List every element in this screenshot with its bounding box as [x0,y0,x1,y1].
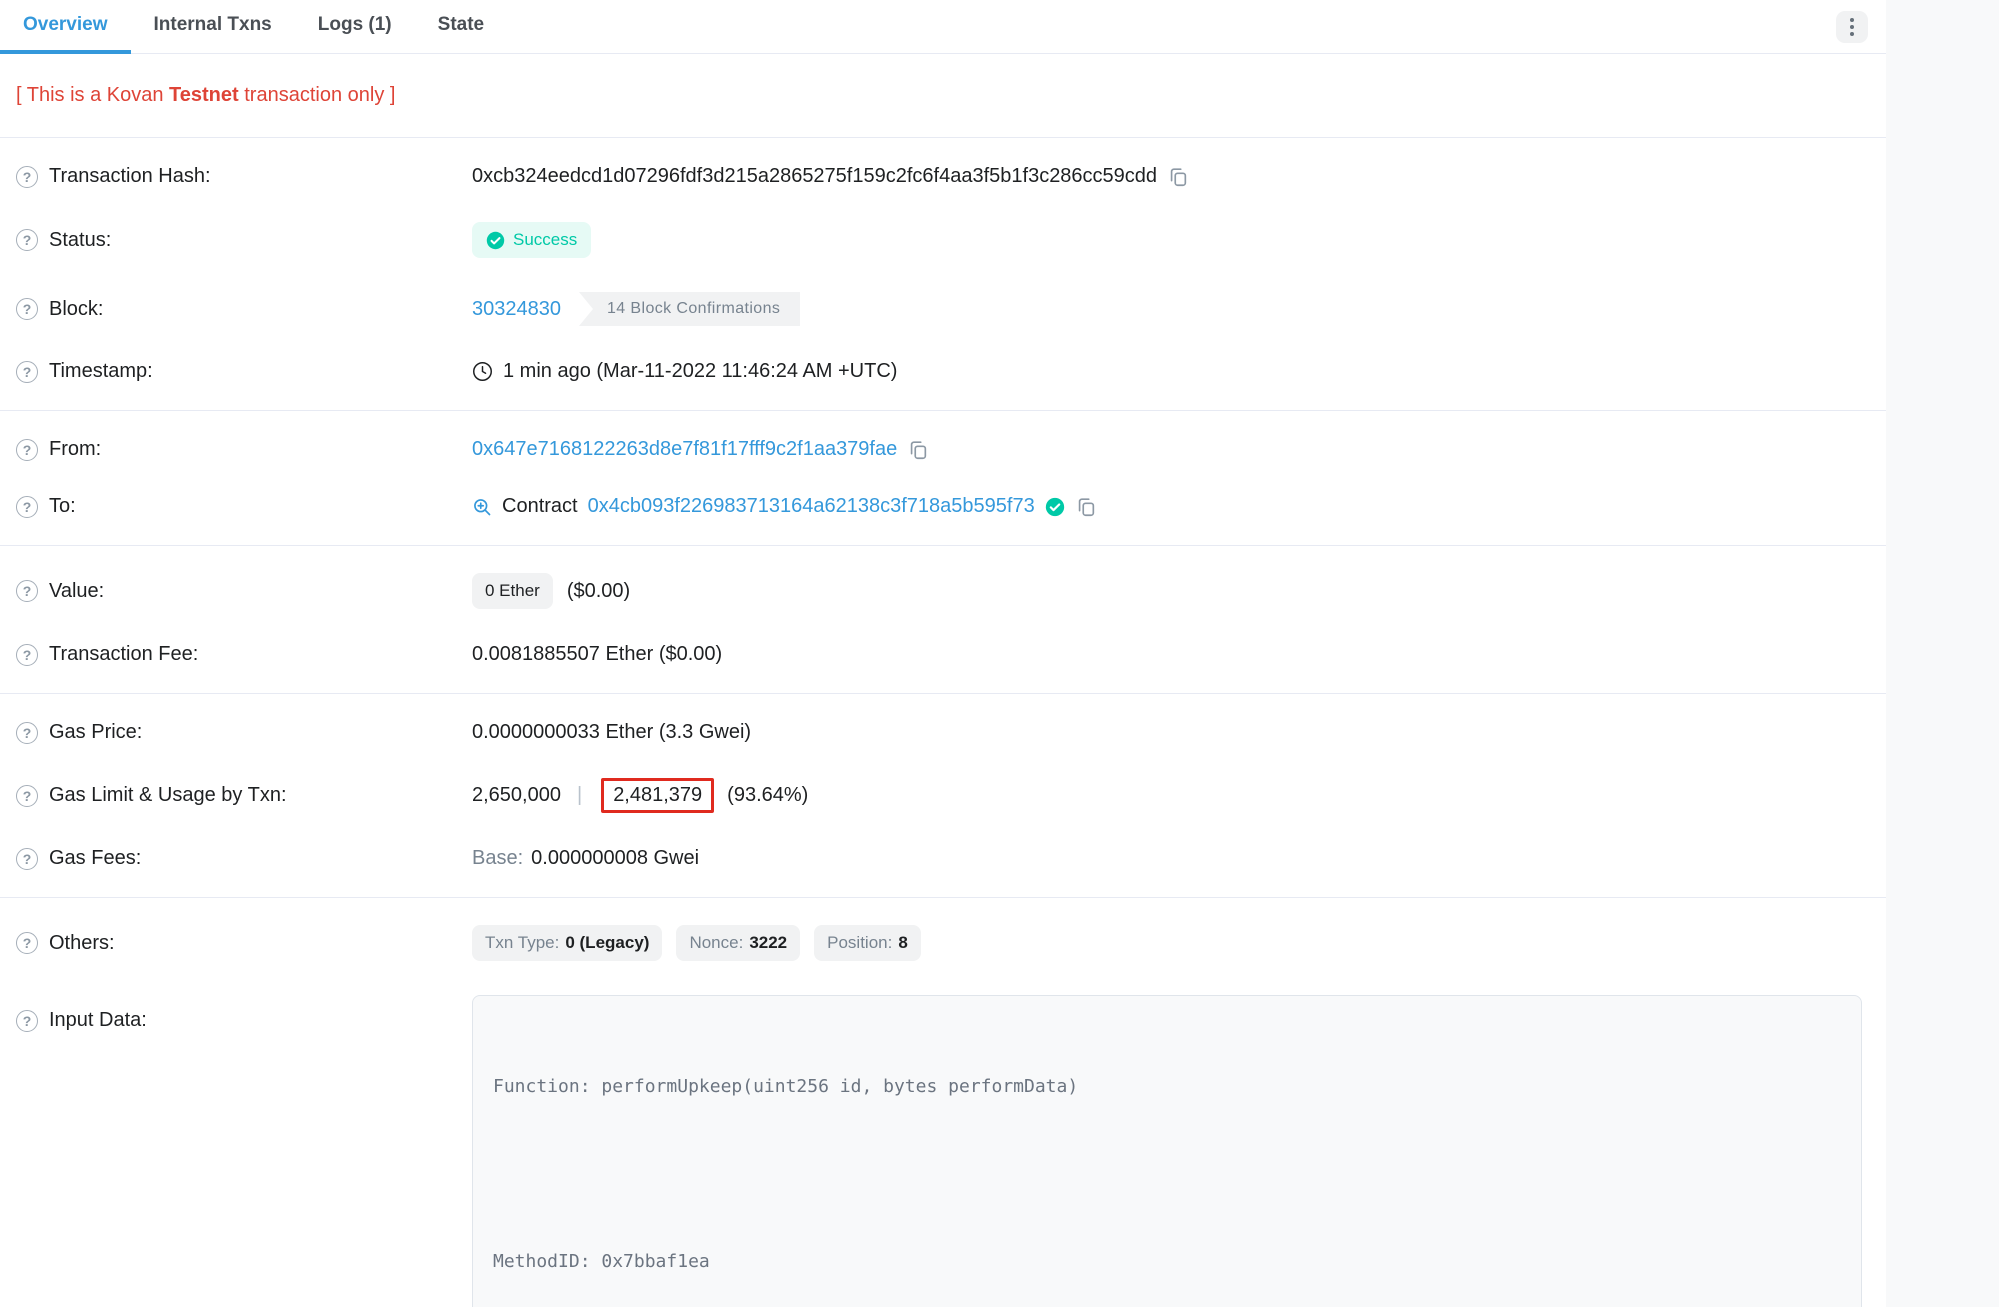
tab-overview[interactable]: Overview [0,0,131,54]
block-label: Block: [49,298,103,321]
row-others: ? Others: Txn Type: 0 (Legacy) Nonce: 32… [0,908,1886,978]
tab-state[interactable]: State [415,0,507,54]
block-confirmations-badge: 14 Block Confirmations [579,292,800,326]
transaction-fee-value: 0.0081885507 Ether ($0.00) [472,643,722,666]
value-usd: ($0.00) [567,580,630,603]
tab-internal-txns[interactable]: Internal Txns [131,0,295,54]
kebab-menu-icon [1850,18,1854,22]
input-function-line: Function: performUpkeep(uint256 id, byte… [493,1072,1841,1101]
input-methodid-line: MethodID: 0x7bbaf1ea [493,1247,1841,1276]
testnet-warning-suffix: transaction only ] [239,84,396,106]
testnet-warning: [ This is a Kovan Testnet transaction on… [0,54,1886,138]
zoom-in-icon[interactable] [472,497,492,517]
transaction-hash-label: Transaction Hash: [49,165,211,188]
gas-fees-base-value: 0.000000008 Gwei [531,847,699,870]
status-badge: Success [472,222,591,258]
value-label: Value: [49,580,104,603]
help-icon[interactable]: ? [16,644,38,666]
row-transaction-hash: ? Transaction Hash: 0xcb324eedcd1d07296f… [0,148,1886,205]
block-number-link[interactable]: 30324830 [472,298,561,321]
status-value: Success [513,230,577,250]
row-status: ? Status: Success [0,205,1886,275]
nonce-badge: Nonce: 3222 [676,925,800,961]
gas-used-percent: (93.64%) [727,784,808,807]
input-data-label: Input Data: [49,1009,147,1032]
ether-value-badge: 0 Ether [472,573,553,609]
testnet-warning-bold: Testnet [169,84,239,106]
from-address-link[interactable]: 0x647e7168122263d8e7f81f17fff9c2f1aa379f… [472,438,897,461]
row-gas-limit-usage: ? Gas Limit & Usage by Txn: 2,650,000 | … [0,761,1886,830]
txn-type-label: Txn Type: [485,933,559,953]
help-icon[interactable]: ? [16,1010,38,1032]
gas-price-label: Gas Price: [49,721,142,744]
gas-price-value: 0.0000000033 Ether (3.3 Gwei) [472,721,751,744]
copy-from-address-button[interactable] [907,439,929,461]
transaction-fee-label: Transaction Fee: [49,643,198,666]
help-icon[interactable]: ? [16,722,38,744]
transaction-hash-value: 0xcb324eedcd1d07296fdf3d215a2865275f159c… [472,165,1157,188]
gas-used-highlight-box: 2,481,379 [601,778,714,813]
row-timestamp: ? Timestamp: 1 min ago (Mar-11-2022 11:4… [0,343,1886,400]
position-badge: Position: 8 [814,925,921,961]
section-others-input: ? Others: Txn Type: 0 (Legacy) Nonce: 32… [0,898,1886,1307]
tab-bar: Overview Internal Txns Logs (1) State [0,0,1886,54]
help-icon[interactable]: ? [16,361,38,383]
position-value: 8 [898,933,907,953]
txn-type-badge: Txn Type: 0 (Legacy) [472,925,662,961]
help-icon[interactable]: ? [16,298,38,320]
gas-limit-separator: | [571,784,588,807]
gas-limit-value: 2,650,000 [472,784,561,807]
row-gas-price: ? Gas Price: 0.0000000033 Ether (3.3 Gwe… [0,704,1886,761]
to-label: To: [49,495,76,518]
copy-hash-button[interactable] [1167,166,1189,188]
to-address-link[interactable]: 0x4cb093f226983713164a62138c3f718a5b595f… [588,495,1035,518]
status-label: Status: [49,229,111,252]
row-input-data: ? Input Data: Function: performUpkeep(ui… [0,978,1886,1307]
section-parties: ? From: 0x647e7168122263d8e7f81f17fff9c2… [0,411,1886,546]
copy-icon [1075,496,1097,518]
copy-icon [907,439,929,461]
help-icon[interactable]: ? [16,785,38,807]
row-gas-fees: ? Gas Fees: Base: 0.000000008 Gwei [0,830,1886,887]
row-block: ? Block: 30324830 14 Block Confirmations [0,275,1886,343]
row-transaction-fee: ? Transaction Fee: 0.0081885507 Ether ($… [0,626,1886,683]
section-value: ? Value: 0 Ether ($0.00) ? Transaction F… [0,546,1886,694]
row-from: ? From: 0x647e7168122263d8e7f81f17fff9c2… [0,421,1886,478]
input-data-textarea[interactable]: Function: performUpkeep(uint256 id, byte… [472,995,1862,1307]
input-blank-line [493,1160,1841,1189]
gas-fees-label: Gas Fees: [49,847,141,870]
txn-type-value: 0 (Legacy) [565,933,649,953]
nonce-label: Nonce: [689,933,743,953]
help-icon[interactable]: ? [16,229,38,251]
row-to: ? To: Contract 0x4cb093f226983713164a621… [0,478,1886,535]
timestamp-label: Timestamp: [49,360,153,383]
row-value: ? Value: 0 Ether ($0.00) [0,556,1886,626]
help-icon[interactable]: ? [16,439,38,461]
from-label: From: [49,438,101,461]
nonce-value: 3222 [749,933,787,953]
others-label: Others: [49,932,115,955]
gas-fees-base-label: Base: [472,847,523,870]
timestamp-value: 1 min ago (Mar-11-2022 11:46:24 AM +UTC) [503,360,897,383]
gas-limit-label: Gas Limit & Usage by Txn: [49,784,287,807]
testnet-warning-prefix: [ This is a Kovan [16,84,169,106]
kebab-menu-button[interactable] [1836,11,1868,43]
help-icon[interactable]: ? [16,580,38,602]
copy-to-address-button[interactable] [1075,496,1097,518]
section-summary: ? Transaction Hash: 0xcb324eedcd1d07296f… [0,138,1886,411]
help-icon[interactable]: ? [16,932,38,954]
help-icon[interactable]: ? [16,166,38,188]
help-icon[interactable]: ? [16,496,38,518]
help-icon[interactable]: ? [16,848,38,870]
to-contract-prefix: Contract [502,495,578,518]
transaction-detail-card: Overview Internal Txns Logs (1) State [ … [0,0,1886,1307]
verified-check-icon [1045,497,1065,517]
success-check-icon [486,231,505,250]
section-gas: ? Gas Price: 0.0000000033 Ether (3.3 Gwe… [0,694,1886,898]
copy-icon [1167,166,1189,188]
gas-used-value: 2,481,379 [613,784,702,806]
tab-logs[interactable]: Logs (1) [295,0,415,54]
position-label: Position: [827,933,892,953]
clock-icon [472,361,493,382]
